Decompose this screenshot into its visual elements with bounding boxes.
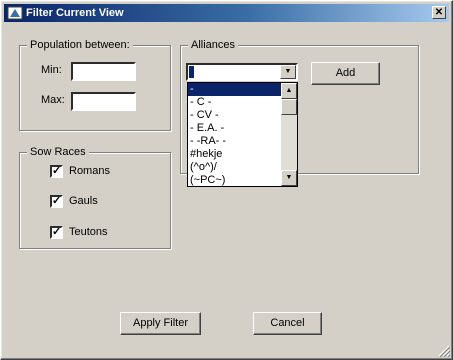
resize-grip-icon[interactable] — [438, 345, 450, 357]
title-bar[interactable]: Filter Current View ✕ — [4, 4, 449, 22]
close-icon: ✕ — [434, 7, 444, 18]
combo-selection — [189, 66, 194, 78]
scroll-up-icon[interactable]: ▲ — [281, 83, 297, 99]
check-icon[interactable]: ✓ — [50, 165, 63, 178]
max-input[interactable] — [71, 92, 136, 111]
check-icon[interactable]: ✓ — [50, 226, 63, 239]
close-button[interactable]: ✕ — [432, 6, 446, 19]
race-label-romans: Romans — [69, 165, 110, 177]
race-label-gauls: Gauls — [69, 195, 98, 207]
chevron-down-icon[interactable]: ▼ — [280, 65, 296, 79]
app-icon — [7, 6, 23, 20]
window-title: Filter Current View — [26, 7, 124, 19]
alliances-legend: Alliances — [188, 39, 239, 51]
scroll-down-icon[interactable]: ▼ — [281, 170, 297, 186]
min-input[interactable] — [71, 62, 136, 81]
alliance-dropdown-list[interactable]: - - C - - CV - - E.A. - - -RA- - #hekje … — [187, 82, 298, 187]
dropdown-scrollbar[interactable]: ▲ ▼ — [281, 83, 297, 186]
population-legend: Population between: — [27, 39, 133, 51]
check-icon[interactable]: ✓ — [50, 195, 63, 208]
races-legend: Sow Races — [27, 146, 89, 158]
population-group: Population between: — [19, 39, 171, 131]
add-button[interactable]: Add — [311, 62, 380, 85]
max-label: Max: — [41, 94, 65, 106]
alliance-combo[interactable]: ▼ — [186, 63, 298, 81]
min-label: Min: — [41, 64, 62, 76]
apply-filter-button[interactable]: Apply Filter — [120, 312, 201, 335]
cancel-button[interactable]: Cancel — [253, 312, 322, 335]
scroll-thumb[interactable] — [281, 99, 297, 115]
race-label-teutons: Teutons — [69, 226, 108, 238]
filter-dialog: Filter Current View ✕ Population between… — [0, 0, 453, 360]
